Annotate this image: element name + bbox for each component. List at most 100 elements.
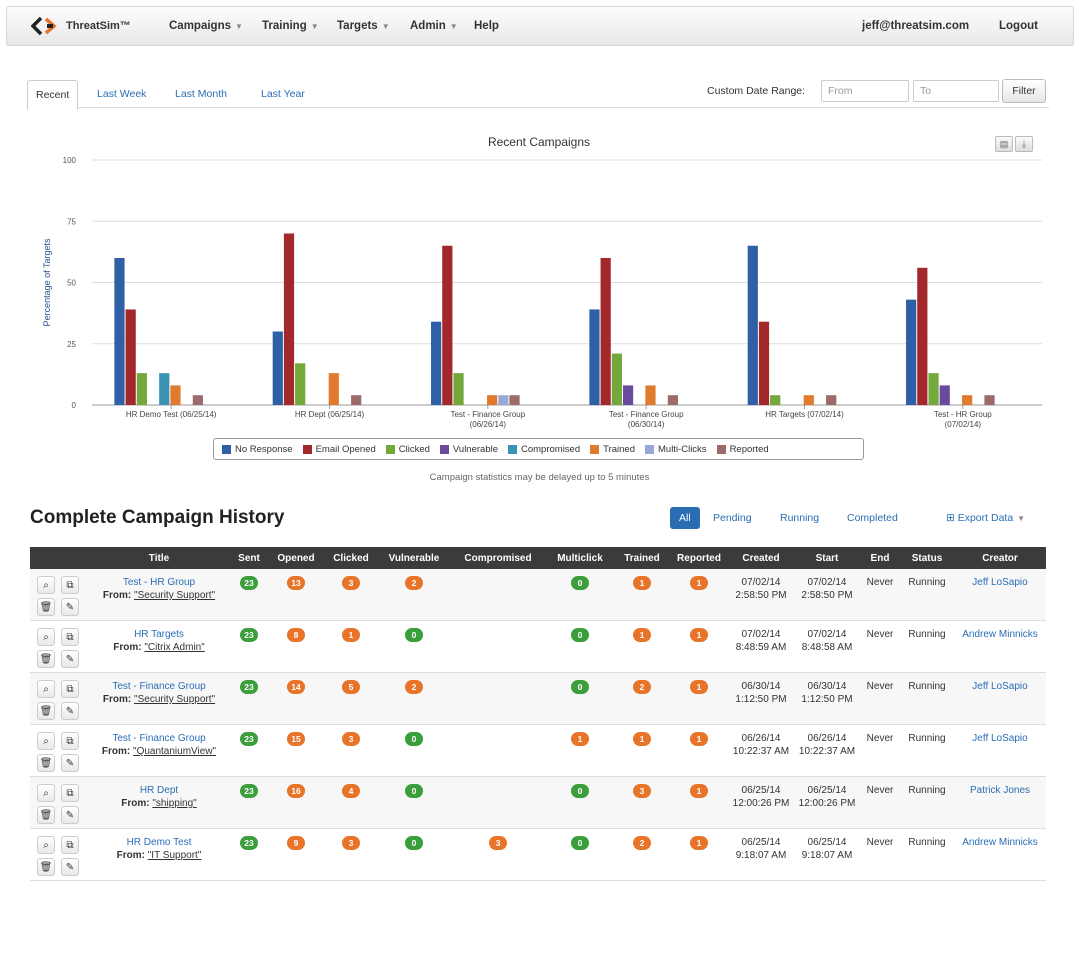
sender-link[interactable]: "shipping" — [152, 798, 196, 809]
edit-icon[interactable]: ✎ — [61, 754, 79, 772]
sender-link[interactable]: "Security Support" — [134, 590, 215, 601]
column-header[interactable]: Clicked — [324, 547, 378, 569]
date-to-input[interactable]: To — [913, 80, 999, 102]
column-header[interactable]: Title — [88, 547, 230, 569]
creator-link[interactable]: Patrick Jones — [970, 785, 1030, 796]
edit-icon[interactable]: ✎ — [61, 858, 79, 876]
campaign-title-link[interactable]: HR Targets — [90, 628, 228, 641]
trash-icon[interactable]: 🗑 — [37, 806, 55, 824]
copy-icon[interactable]: ⧉ — [61, 576, 79, 594]
legend-item[interactable]: Reported — [716, 444, 769, 455]
end-cell: Never — [860, 828, 900, 881]
multiclick-cell: 0 — [546, 569, 614, 621]
creator-link[interactable]: Jeff LoSapio — [972, 681, 1027, 692]
export-data-button[interactable]: ⊞ Export Data ▼ — [946, 512, 1025, 524]
brand-logo[interactable]: ThreatSim™ — [31, 15, 131, 37]
sender-link[interactable]: "IT Support" — [148, 850, 202, 861]
tab-last-year[interactable]: Last Year — [261, 80, 305, 108]
trash-icon[interactable]: 🗑 — [37, 702, 55, 720]
column-header[interactable]: Multiclick — [546, 547, 614, 569]
trash-icon[interactable]: 🗑 — [37, 858, 55, 876]
sender-link[interactable]: "Citrix Admin" — [144, 642, 204, 653]
tab-last-month[interactable]: Last Month — [175, 80, 227, 108]
search-icon[interactable]: ⌕ — [37, 628, 55, 646]
filter-button[interactable]: Filter — [1002, 79, 1046, 103]
trash-icon[interactable]: 🗑 — [37, 598, 55, 616]
creator-link[interactable]: Andrew Minnicks — [962, 837, 1038, 848]
table-row: ⌕ ⧉ 🗑 ✎ Test - HR Group From: "Security Suppo… — [30, 569, 1046, 621]
edit-icon[interactable]: ✎ — [61, 598, 79, 616]
search-icon[interactable]: ⌕ — [37, 784, 55, 802]
sender-link[interactable]: "Security Support" — [134, 694, 215, 705]
campaign-title-link[interactable]: HR Demo Test — [90, 836, 228, 849]
search-icon[interactable]: ⌕ — [37, 836, 55, 854]
edit-icon[interactable]: ✎ — [61, 650, 79, 668]
bar-clicked — [770, 395, 781, 405]
count-badge: 1 — [342, 628, 360, 642]
copy-icon[interactable]: ⧉ — [61, 836, 79, 854]
column-header[interactable]: Sent — [230, 547, 268, 569]
column-header[interactable]: Compromised — [450, 547, 546, 569]
column-header[interactable]: Created — [728, 547, 794, 569]
creator-link[interactable]: Andrew Minnicks — [962, 629, 1038, 640]
column-header[interactable]: Opened — [268, 547, 324, 569]
filter-all[interactable]: All — [670, 507, 700, 529]
search-icon[interactable]: ⌕ — [37, 680, 55, 698]
nav-targets[interactable]: Targets ▼ — [337, 20, 390, 32]
legend-item[interactable]: Compromised — [508, 444, 580, 455]
copy-icon[interactable]: ⧉ — [61, 784, 79, 802]
reported-cell: 1 — [670, 776, 728, 829]
column-header[interactable]: Status — [900, 547, 954, 569]
legend-item[interactable]: Multi-Clicks — [645, 444, 707, 455]
column-header[interactable]: Vulnerable — [378, 547, 450, 569]
table-header: Title Sent Opened Clicked Vulnerable Compromi… — [30, 547, 1046, 569]
column-header[interactable]: Trained — [614, 547, 670, 569]
search-icon[interactable]: ⌕ — [37, 732, 55, 750]
column-header[interactable]: End — [860, 547, 900, 569]
chart-title: Recent Campaigns — [488, 135, 590, 149]
legend-item[interactable]: Clicked — [385, 444, 430, 455]
campaign-title-link[interactable]: Test - Finance Group — [90, 680, 228, 693]
sender-link[interactable]: "QuantaniumView" — [133, 746, 216, 757]
legend-item[interactable]: Trained — [590, 444, 635, 455]
search-icon[interactable]: ⌕ — [37, 576, 55, 594]
creator-cell: Andrew Minnicks — [954, 828, 1046, 881]
nav-help[interactable]: Help — [474, 20, 499, 32]
nav-user-email[interactable]: jeff@threatsim.com — [862, 20, 969, 32]
campaign-title-link[interactable]: Test - Finance Group — [90, 732, 228, 745]
tab-last-week[interactable]: Last Week — [97, 80, 146, 108]
column-header[interactable]: Reported — [670, 547, 728, 569]
legend-item[interactable]: No Response — [222, 444, 293, 455]
filter-running[interactable]: Running — [780, 507, 819, 529]
nav-training[interactable]: Training ▼ — [262, 20, 319, 32]
copy-icon[interactable]: ⧉ — [61, 628, 79, 646]
legend-item[interactable]: Vulnerable — [439, 444, 498, 455]
trash-icon[interactable]: 🗑 — [37, 754, 55, 772]
column-header[interactable]: Start — [794, 547, 860, 569]
trained-cell: 3 — [614, 776, 670, 829]
filter-completed[interactable]: Completed — [847, 507, 898, 529]
nav-admin[interactable]: Admin ▼ — [410, 20, 458, 32]
tab-recent[interactable]: Recent — [27, 80, 79, 110]
count-badge: 1 — [690, 836, 708, 850]
date-from-input[interactable]: From — [821, 80, 909, 102]
table-icon: ⊞ — [946, 512, 958, 524]
count-badge: 23 — [240, 732, 258, 746]
logout-link[interactable]: Logout — [999, 20, 1038, 32]
copy-icon[interactable]: ⧉ — [61, 732, 79, 750]
creator-link[interactable]: Jeff LoSapio — [972, 733, 1027, 744]
column-header[interactable]: Creator — [954, 547, 1046, 569]
copy-icon[interactable]: ⧉ — [61, 680, 79, 698]
trash-icon[interactable]: 🗑 — [37, 650, 55, 668]
filter-pending[interactable]: Pending — [713, 507, 752, 529]
legend-item[interactable]: Email Opened — [302, 444, 376, 455]
row-actions: ⌕ ⧉ 🗑 ✎ — [30, 620, 88, 673]
creator-link[interactable]: Jeff LoSapio — [972, 577, 1027, 588]
campaign-title-cell: HR Demo Test From: "IT Support" — [88, 828, 230, 881]
campaign-title-cell: Test - Finance Group From: "Security Supp… — [88, 672, 230, 725]
edit-icon[interactable]: ✎ — [61, 702, 79, 720]
campaign-title-link[interactable]: HR Dept — [90, 784, 228, 797]
nav-campaigns[interactable]: Campaigns ▼ — [169, 20, 243, 32]
campaign-title-link[interactable]: Test - HR Group — [90, 576, 228, 589]
edit-icon[interactable]: ✎ — [61, 806, 79, 824]
